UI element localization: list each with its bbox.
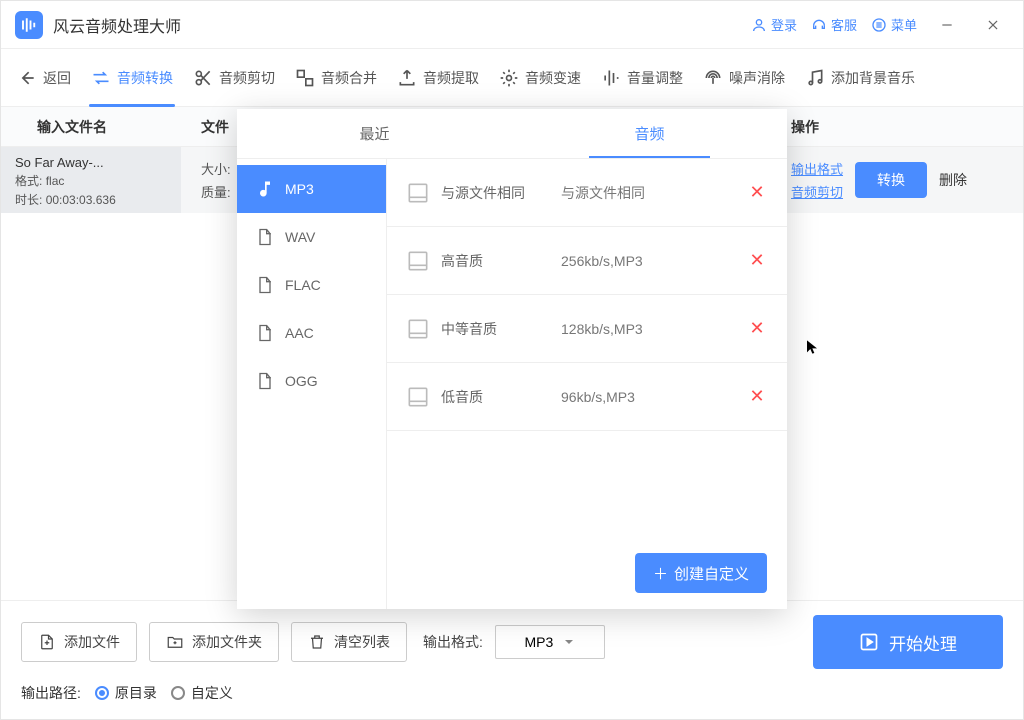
merge-icon [295,68,315,88]
arrow-left-icon [17,68,37,88]
titlebar: 风云音频处理大师 登录 客服 菜单 [1,1,1023,49]
format-popup: 最近 音频 MP3 WAV FLAC AAC [237,109,787,609]
delete-icon[interactable]: ✕ [745,386,769,407]
file-icon [255,227,275,247]
preset-list: 与源文件相同 与源文件相同 ✕ 高音质 256kb/s,MP3 ✕ 中等音质 1… [387,159,787,609]
popup-tabs: 最近 音频 [237,109,787,159]
format-list: MP3 WAV FLAC AAC OGG [237,159,387,609]
speed-icon [499,68,519,88]
tab-merge[interactable]: 音频合并 [285,49,387,107]
extract-icon [397,68,417,88]
source-file-icon [405,384,431,410]
file-name: So Far Away-... [15,155,167,170]
audio-cut-link[interactable]: 音频剪切 [791,182,843,201]
file-icon [255,275,275,295]
title-actions: 登录 客服 菜单 [751,9,1009,41]
output-path-label: 输出路径: [21,683,81,703]
output-format-label: 输出格式: [423,632,483,652]
clear-list-button[interactable]: 清空列表 [291,622,407,662]
output-format-link[interactable]: 输出格式 [791,159,843,178]
col-operation: 操作 [761,117,1023,137]
app-window: 风云音频处理大师 登录 客服 菜单 [0,0,1024,720]
music-icon [805,68,825,88]
preset-row[interactable]: 低音质 96kb/s,MP3 ✕ [387,363,787,431]
format-wav[interactable]: WAV [237,213,386,261]
app-title: 风云音频处理大师 [53,13,181,37]
delete-link[interactable]: 删除 [939,170,967,190]
tab-volume[interactable]: 音量调整 [591,49,693,107]
minimize-button[interactable] [931,9,963,41]
tab-convert[interactable]: 音频转换 [81,49,183,107]
popup-tab-recent[interactable]: 最近 [237,109,512,158]
scissors-icon [193,68,213,88]
add-folder-button[interactable]: 添加文件夹 [149,622,279,662]
preset-row[interactable]: 中等音质 128kb/s,MP3 ✕ [387,295,787,363]
tab-bgm[interactable]: 添加背景音乐 [795,49,925,107]
music-note-icon [255,179,275,199]
radio-icon [95,686,109,700]
op-cell: 输出格式 音频剪切 转换 删除 [761,147,1023,213]
chevron-down-icon [563,636,575,648]
radio-icon [171,686,185,700]
tab-denoise[interactable]: 噪声消除 [693,49,795,107]
delete-icon[interactable]: ✕ [745,250,769,271]
col-filename: 输入文件名 [1,117,181,137]
denoise-icon [703,68,723,88]
app-logo-icon [15,11,43,39]
create-custom-button[interactable]: ＋ 创建自定义 [635,553,767,593]
bottom-panel: 添加文件 添加文件夹 清空列表 输出格式: MP3 开始处理 输出路径: [1,600,1023,719]
preset-row[interactable]: 高音质 256kb/s,MP3 ✕ [387,227,787,295]
radio-original-dir[interactable]: 原目录 [95,683,157,703]
tab-extract[interactable]: 音频提取 [387,49,489,107]
menu-link[interactable]: 菜单 [871,15,917,34]
preset-row[interactable]: 与源文件相同 与源文件相同 ✕ [387,159,787,227]
format-ogg[interactable]: OGG [237,357,386,405]
source-file-icon [405,248,431,274]
source-file-icon [405,316,431,342]
file-icon [255,323,275,343]
convert-button[interactable]: 转换 [855,162,927,198]
back-button[interactable]: 返回 [7,49,81,107]
popup-tab-audio[interactable]: 音频 [512,109,787,158]
add-file-button[interactable]: 添加文件 [21,622,137,662]
radio-custom-dir[interactable]: 自定义 [171,683,233,703]
delete-icon[interactable]: ✕ [745,182,769,203]
format-flac[interactable]: FLAC [237,261,386,309]
volume-icon [601,68,621,88]
file-cell: So Far Away-... 格式: flac 时长: 00:03:03.63… [1,147,181,213]
delete-icon[interactable]: ✕ [745,318,769,339]
format-aac[interactable]: AAC [237,309,386,357]
tab-cut[interactable]: 音频剪切 [183,49,285,107]
cursor-icon [805,339,821,360]
support-link[interactable]: 客服 [811,15,857,34]
login-link[interactable]: 登录 [751,15,797,34]
output-format-select[interactable]: MP3 [495,625,605,659]
format-mp3[interactable]: MP3 [237,165,386,213]
convert-icon [91,68,111,88]
start-button[interactable]: 开始处理 [813,615,1003,669]
tab-speed[interactable]: 音频变速 [489,49,591,107]
plus-icon: ＋ [653,563,668,584]
file-icon [255,371,275,391]
close-button[interactable] [977,9,1009,41]
toolbar: 返回 音频转换 音频剪切 音频合并 音频提取 音频变速 音量调整 噪声消除 [1,49,1023,107]
source-file-icon [405,180,431,206]
